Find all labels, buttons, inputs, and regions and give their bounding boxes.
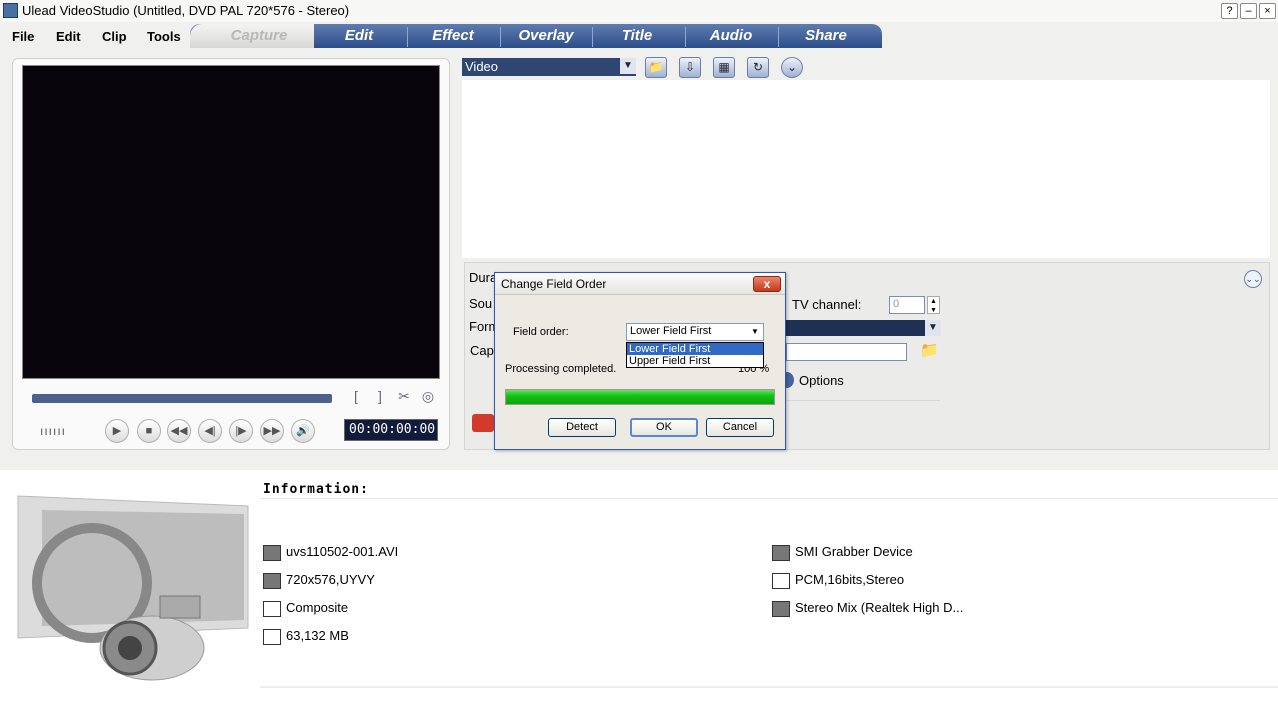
tab-share[interactable]: Share	[781, 27, 871, 44]
refresh-icon[interactable]: ↻	[747, 57, 769, 78]
capture-folder-input[interactable]	[786, 343, 907, 361]
file-icon	[263, 545, 281, 561]
tab-overlay[interactable]: Overlay	[501, 27, 591, 44]
menu-clip[interactable]: Clip	[102, 29, 127, 44]
options-button[interactable]: Options	[799, 373, 844, 388]
ok-button[interactable]: OK	[630, 418, 698, 437]
information-heading: Information:	[263, 482, 369, 497]
library-dropdown[interactable]: Video ▼	[462, 58, 636, 76]
divider	[786, 400, 940, 401]
capture-video-icon[interactable]	[472, 414, 494, 432]
jog-wheel[interactable]: ıııııı	[40, 424, 66, 438]
help-button[interactable]: ?	[1221, 3, 1238, 19]
library-dropdown-value: Video	[465, 59, 499, 74]
music-note-icon	[772, 573, 790, 589]
close-button[interactable]: ×	[1259, 3, 1276, 19]
dialog-title: Change Field Order	[501, 277, 607, 291]
tv-channel-label: TV channel:	[792, 297, 862, 312]
tab-effect[interactable]: Effect	[408, 27, 498, 44]
tab-separator	[778, 27, 779, 47]
duration-label: Dura	[469, 270, 498, 285]
disk-clock-icon	[263, 629, 281, 645]
option-lower-field-first[interactable]: Lower Field First	[627, 343, 763, 355]
library-manager-icon[interactable]: ▦	[713, 57, 735, 78]
menu-edit[interactable]: Edit	[56, 29, 81, 44]
monitor-icon	[772, 545, 790, 561]
mark-out-button[interactable]: ]	[371, 388, 389, 406]
volume-icon[interactable]: 🔊	[291, 419, 315, 443]
menu-file[interactable]: File	[12, 29, 34, 44]
timecode-display[interactable]: 00:00:00:00	[344, 419, 438, 441]
source-label: Sou	[469, 296, 493, 311]
window-title: Ulead VideoStudio (Untitled, DVD PAL 720…	[22, 3, 350, 18]
detect-button[interactable]: Detect	[548, 418, 616, 437]
scissors-icon[interactable]: ✂	[395, 388, 413, 406]
info-file-name: uvs110502-001.AVI	[286, 544, 399, 559]
cancel-button[interactable]: Cancel	[706, 418, 774, 437]
tv-channel-input[interactable]: 0	[889, 296, 925, 314]
info-device: SMI Grabber Device	[795, 544, 913, 559]
resolution-icon	[263, 573, 281, 589]
divider	[260, 686, 1278, 688]
tab-audio[interactable]: Audio	[686, 27, 776, 44]
next-frame-icon[interactable]: |▶	[229, 419, 253, 443]
snapshot-icon[interactable]: ◎	[419, 388, 437, 406]
library-area	[462, 80, 1270, 258]
dialog-close-button[interactable]: x	[753, 276, 781, 292]
divider	[260, 498, 1278, 499]
tab-capture[interactable]: Capture	[214, 27, 304, 44]
field-order-value: Lower Field First	[630, 325, 712, 337]
previous-frame-icon[interactable]: ◀|	[198, 419, 222, 443]
expand-icon[interactable]: ⌄	[781, 57, 803, 78]
camera-illustration-icon	[12, 488, 257, 693]
import-icon[interactable]: ⇩	[679, 57, 701, 78]
chevron-down-icon[interactable]: ▼	[620, 58, 636, 74]
field-order-options-list: Lower Field First Upper Field First	[626, 342, 764, 368]
app-icon	[3, 3, 18, 18]
info-audio-source: Stereo Mix (Realtek High D...	[795, 600, 964, 615]
menu-tools[interactable]: Tools	[147, 29, 181, 44]
collapse-icon[interactable]: ⌄⌄	[1244, 270, 1262, 288]
chevron-down-icon[interactable]: ▼	[925, 320, 941, 336]
capture-folder-label: Cap	[470, 343, 494, 358]
folder-icon[interactable]: 📁	[645, 57, 667, 78]
end-icon[interactable]: ▶▶	[260, 419, 284, 443]
play-icon[interactable]: ▶	[105, 419, 129, 443]
tab-title[interactable]: Title	[592, 27, 682, 44]
info-input-type: Composite	[286, 600, 349, 615]
change-field-order-dialog: Change Field Order x Field order: Lower …	[494, 272, 786, 450]
info-resolution: 720x576,UYVY	[286, 572, 375, 587]
chevron-down-icon[interactable]: ▼	[748, 325, 762, 339]
tab-edit[interactable]: Edit	[314, 27, 404, 44]
folder-icon[interactable]: 📁	[920, 341, 940, 359]
checkmark-icon	[263, 601, 281, 617]
preview-window	[22, 65, 440, 379]
minimize-button[interactable]: –	[1240, 3, 1257, 19]
progress-fill	[506, 390, 774, 404]
status-text: Processing completed.	[505, 363, 617, 375]
trim-bar[interactable]	[32, 394, 332, 403]
format-dropdown[interactable]	[786, 320, 926, 336]
stop-icon[interactable]: ■	[137, 419, 161, 443]
field-order-select[interactable]: Lower Field First ▼	[626, 323, 764, 341]
progress-bar	[505, 389, 775, 405]
field-order-label: Field order:	[513, 326, 569, 338]
home-icon[interactable]: ◀◀	[167, 419, 191, 443]
info-audio-format: PCM,16bits,Stereo	[795, 572, 905, 587]
option-upper-field-first[interactable]: Upper Field First	[627, 355, 763, 367]
mark-in-button[interactable]: [	[347, 388, 365, 406]
info-free-space: 63,132 MB	[286, 628, 349, 643]
tv-channel-stepper[interactable]: ▲ ▼	[927, 296, 940, 314]
audio-source-icon	[772, 601, 790, 617]
